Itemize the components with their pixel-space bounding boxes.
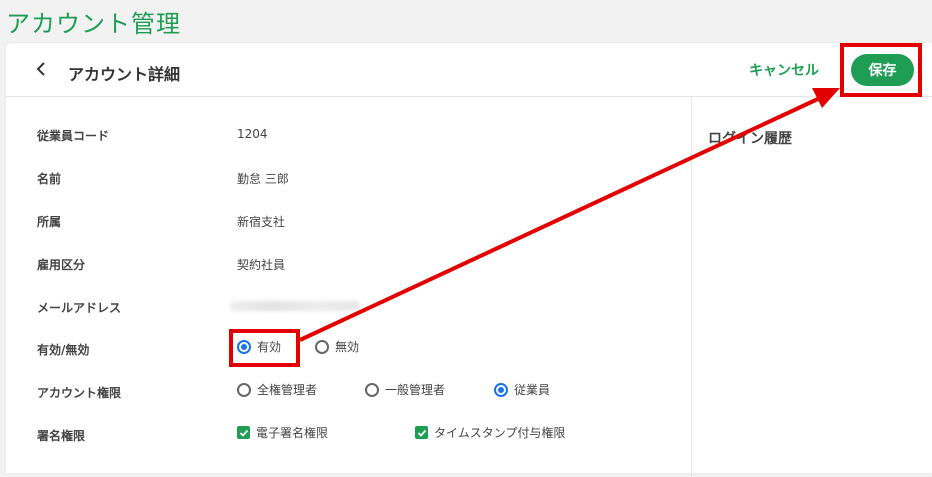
page-title: アカウント管理 xyxy=(6,10,181,38)
field-value: 勤怠 三郎 xyxy=(237,172,289,186)
chevron-left-icon[interactable] xyxy=(32,60,50,78)
checkbox-checked-icon[interactable] xyxy=(415,426,428,439)
role-radio-employee[interactable]: 従業員 xyxy=(494,381,550,398)
field-email: メールアドレス xyxy=(6,295,686,319)
header-title: アカウント詳細 xyxy=(68,65,181,84)
radio-selected-icon[interactable] xyxy=(237,339,251,354)
field-label: 名前 xyxy=(37,172,62,186)
field-employee-code: 従業員コード 1204 xyxy=(6,123,686,147)
radio-icon[interactable] xyxy=(365,382,379,397)
status-radio-enabled[interactable]: 有効 xyxy=(237,338,281,355)
field-label: 従業員コード xyxy=(37,129,110,143)
field-label: 署名権限 xyxy=(37,429,86,443)
role-radio-general-admin[interactable]: 一般管理者 xyxy=(365,381,445,398)
cancel-button[interactable]: キャンセル xyxy=(749,60,819,80)
option-label: 従業員 xyxy=(514,383,551,397)
field-status: 有効/無効 有効 無効 xyxy=(6,337,686,361)
role-radio-full-admin[interactable]: 全権管理者 xyxy=(237,381,317,398)
radio-selected-icon[interactable] xyxy=(494,382,508,397)
option-label: タイムスタンプ付与権限 xyxy=(434,426,566,440)
option-label: 全権管理者 xyxy=(257,383,318,397)
option-label: 無効 xyxy=(335,340,360,354)
field-value: 新宿支社 xyxy=(237,215,286,229)
signature-checkbox-electronic[interactable]: 電子署名権限 xyxy=(237,424,328,441)
radio-icon[interactable] xyxy=(237,382,251,397)
save-button[interactable]: 保存 xyxy=(851,54,914,86)
radio-icon[interactable] xyxy=(315,339,329,354)
field-employment-type: 雇用区分 契約社員 xyxy=(6,252,686,276)
option-label: 一般管理者 xyxy=(385,383,446,397)
email-redacted xyxy=(230,301,360,311)
field-label: アカウント権限 xyxy=(37,386,122,400)
field-value: 1204 xyxy=(237,127,268,141)
field-name: 名前 勤怠 三郎 xyxy=(6,166,686,190)
option-label: 有効 xyxy=(257,340,282,354)
field-role: アカウント権限 全権管理者 一般管理者 従業員 xyxy=(6,380,686,404)
signature-checkbox-timestamp[interactable]: タイムスタンプ付与権限 xyxy=(415,424,565,441)
field-label: 雇用区分 xyxy=(37,258,86,272)
field-label: メールアドレス xyxy=(37,301,122,315)
field-signature: 署名権限 電子署名権限 タイムスタンプ付与権限 xyxy=(6,423,686,447)
checkbox-checked-icon[interactable] xyxy=(237,426,250,439)
field-value: 契約社員 xyxy=(237,258,286,272)
card-header: アカウント詳細 キャンセル 保存 xyxy=(6,43,932,97)
field-affiliation: 所属 新宿支社 xyxy=(6,209,686,233)
panel-divider xyxy=(691,97,692,477)
login-history-title: ログイン履歴 xyxy=(708,131,792,147)
account-detail-card: アカウント詳細 キャンセル 保存 ログイン履歴 従業員コード 1204 名前 勤… xyxy=(6,43,932,477)
option-label: 電子署名権限 xyxy=(256,426,329,440)
field-label: 有効/無効 xyxy=(37,343,90,357)
field-label: 所属 xyxy=(37,215,62,229)
status-radio-disabled[interactable]: 無効 xyxy=(315,338,359,355)
